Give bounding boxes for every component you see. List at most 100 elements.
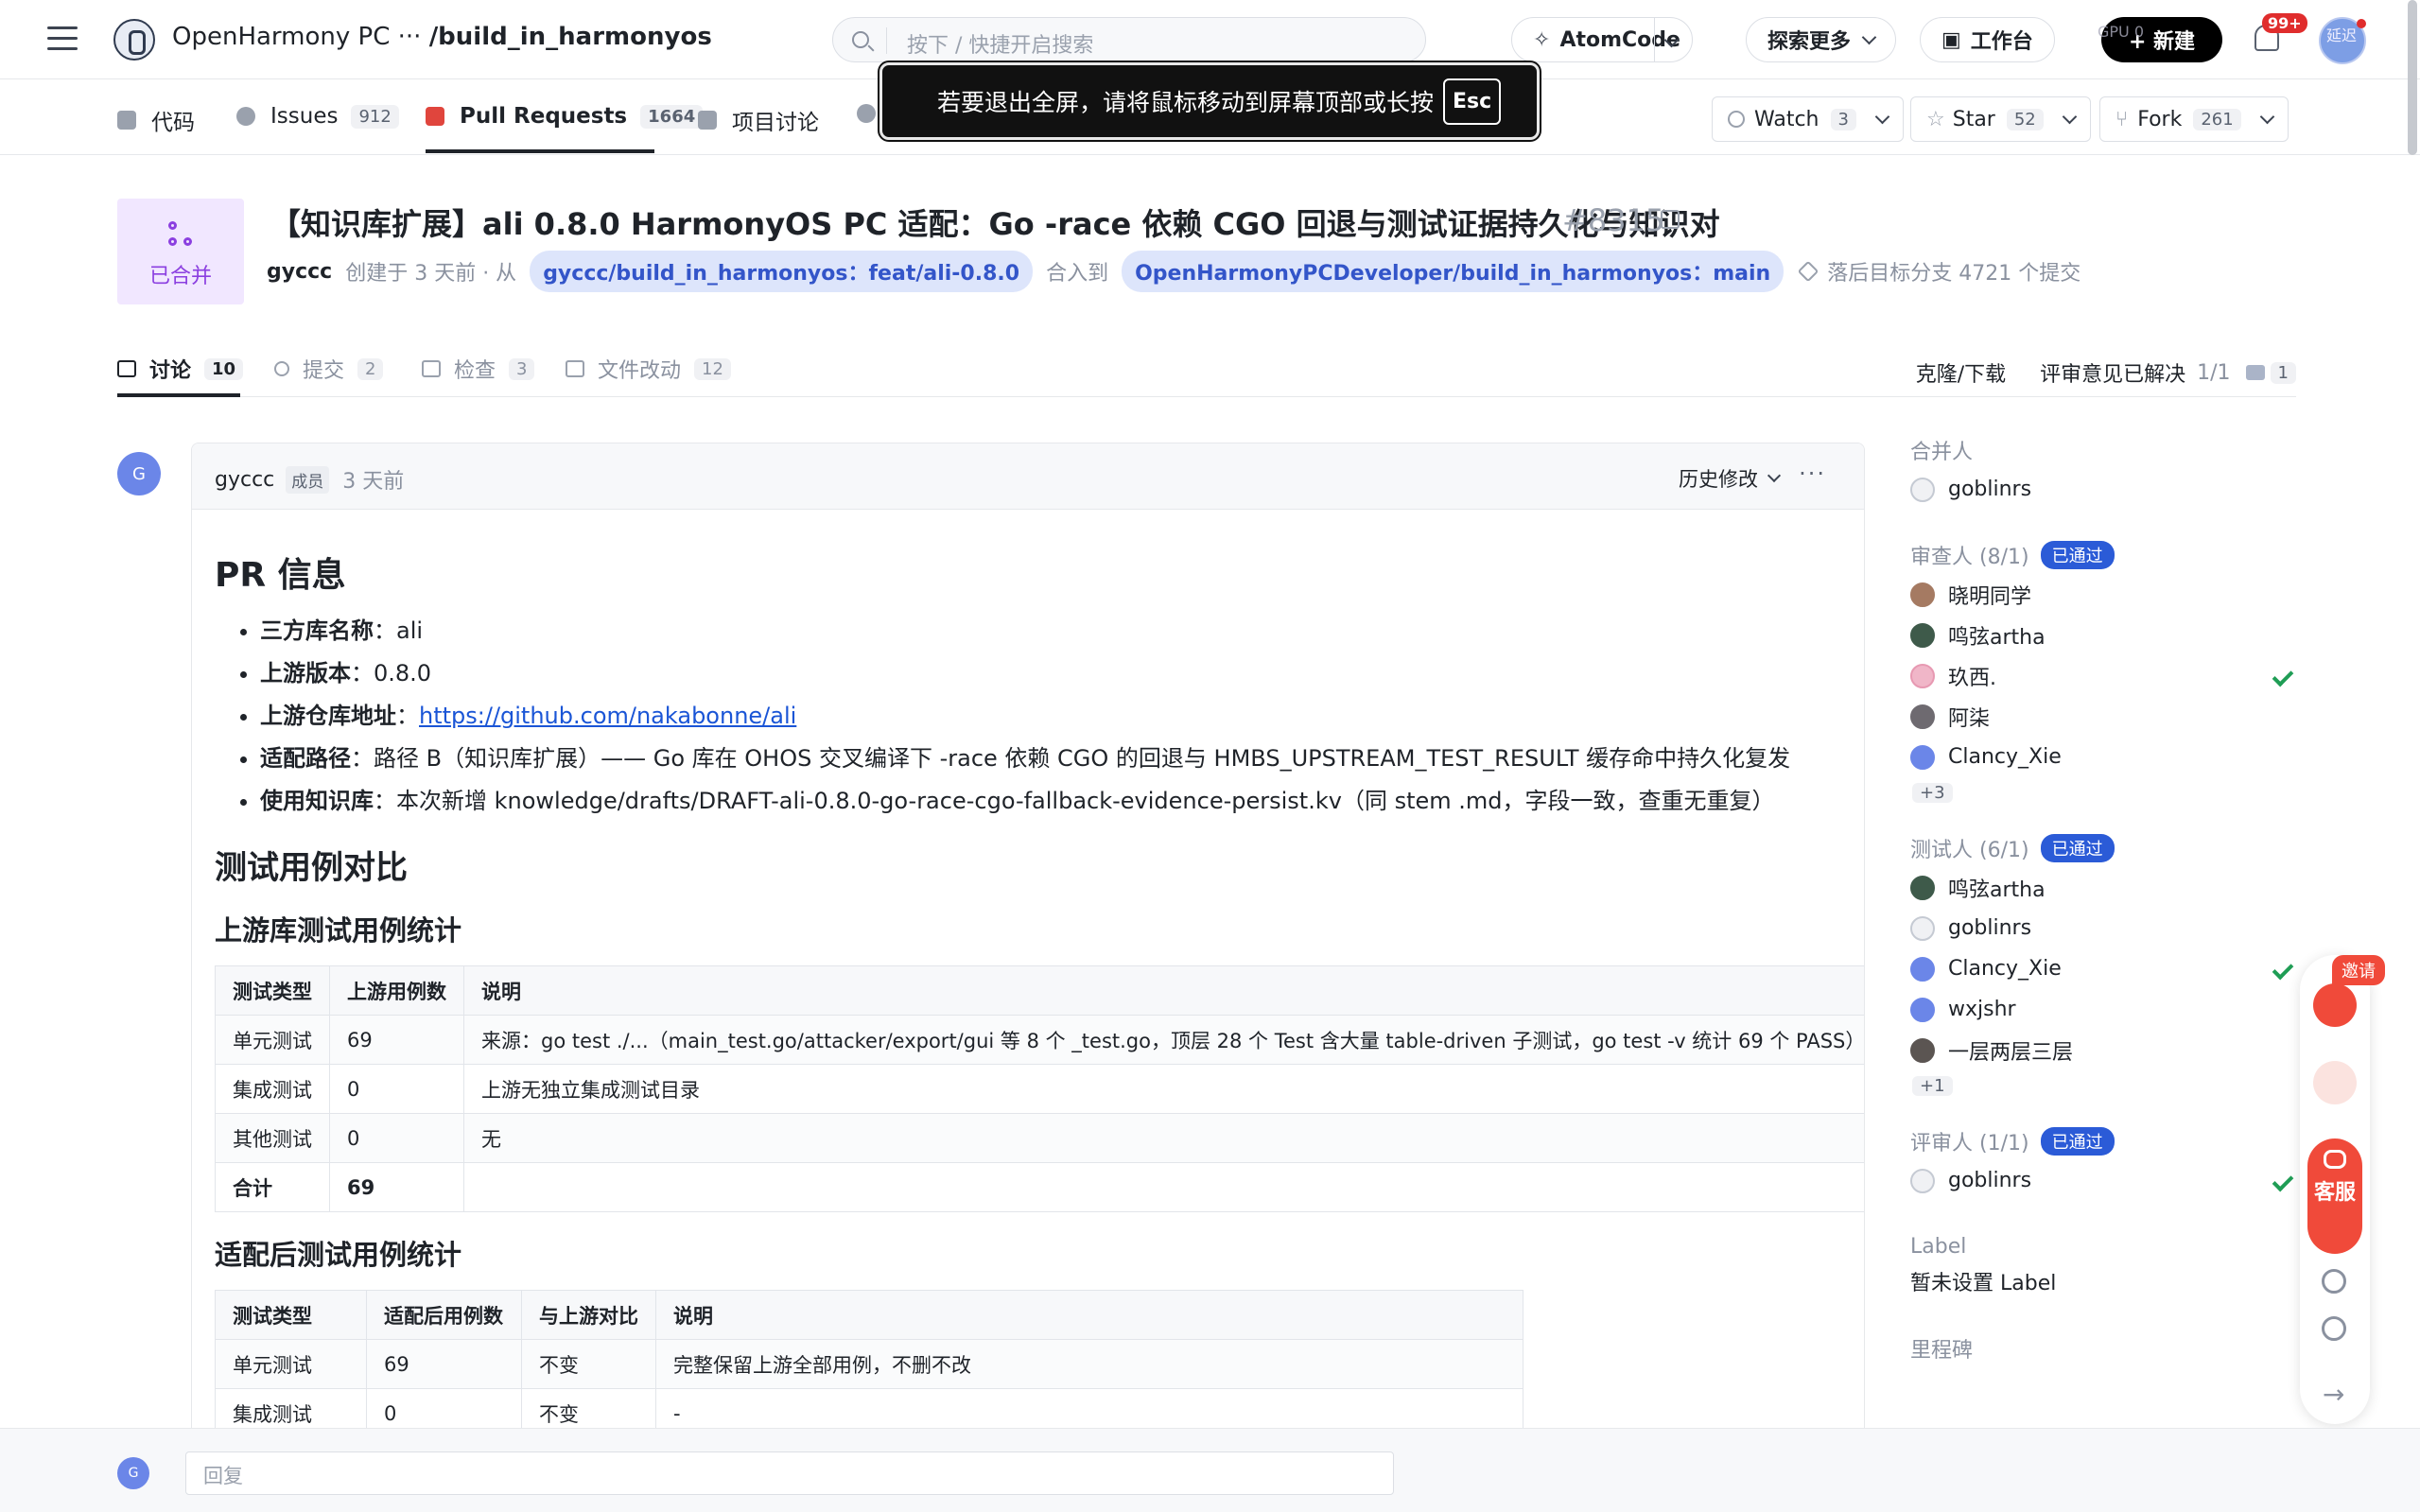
assessor-item[interactable]: goblinrs [1910,1160,2298,1201]
code-icon [117,111,136,130]
tab-label: 提交 [303,359,345,383]
label-value[interactable]: 暂未设置 Label [1910,1265,2298,1303]
person-name: goblinrs [1948,478,2032,501]
checklist-icon [422,360,441,377]
customer-service-button[interactable]: 客服 [2307,1138,2362,1254]
tab-pull-requests[interactable]: Pull Requests 1664 [426,104,704,129]
source-branch[interactable]: gyccc/build_in_harmonyos：feat/ali-0.8.0 [530,251,1034,292]
tab-label: Issues [270,104,339,129]
reviewer-item[interactable]: 玖西. [1910,655,2298,696]
comment-author-avatar[interactable]: G [117,452,161,495]
target-branch[interactable]: OpenHarmonyPCDeveloper/build_in_harmonyo… [1122,251,1785,292]
tester-item[interactable]: Clancy_Xie [1910,948,2298,989]
tester-item[interactable]: 一层两层三层 [1910,1030,2298,1070]
pr-title: 【知识库扩展】ali 0.8.0 HarmonyOS PC 适配：Go -rac… [270,206,1720,242]
tab-label: 检查 [454,359,496,383]
table-row: 集成测试 0 上游无独立集成测试目录 [215,1064,1864,1114]
fork-icon: ⑂ [2115,107,2129,131]
approved-badge: 已通过 [2040,834,2115,862]
reply-avatar: G [117,1457,149,1489]
repo-breadcrumb[interactable]: OpenHarmony PC ··· /build_in_harmonyos [172,23,712,51]
chevron-down-icon [2062,109,2078,124]
tab-discussion[interactable]: 讨论 10 [117,354,244,384]
smile-icon[interactable] [2322,1316,2346,1341]
atomcode-button[interactable]: ✧ AtomCode [1511,17,1693,62]
reviewer-item[interactable]: 鸣弦artha [1910,615,2298,655]
refresh-icon[interactable] [2322,1269,2346,1294]
gift-icon[interactable] [2313,983,2357,1027]
tab-checks[interactable]: 检查 3 [422,354,535,384]
tab-code[interactable]: 代码 [117,104,195,136]
repo-logo[interactable] [113,19,155,61]
tester-item[interactable]: 鸣弦artha [1910,867,2298,908]
avatar [1910,915,1935,941]
resolved-count: 1/1 [2197,360,2231,385]
merged-status-badge: 已合并 [117,199,244,304]
pr-sidebar: 合并人 goblinrs 审查人 (8/1) 已通过 晓明同学 鸣弦artha 玖… [1910,431,2298,1367]
comment-author[interactable]: gyccc [215,468,274,492]
merger-item[interactable]: goblinrs [1910,469,2298,510]
chat-icon [2324,1150,2346,1169]
reviewer-item[interactable]: 晓明同学 [1910,574,2298,615]
reviewer-item[interactable]: 阿柒 [1910,696,2298,737]
repo-name[interactable]: /build_in_harmonyos [429,23,712,51]
approved-badge: 已通过 [2040,541,2115,569]
fork-count: 261 [2193,108,2241,130]
discussion-icon [698,111,717,130]
list-item: 使用知识库：本次新增 knowledge/drafts/DRAFT-ali-0.… [260,780,1841,823]
table-row: 单元测试 69 来源：go test ./...（main_test.go/atta… [215,1015,1864,1065]
explore-menu[interactable]: 探索更多 [1746,17,1897,62]
tester-item[interactable]: wxjshr [1910,989,2298,1030]
heading-upstream-stats: 上游库测试用例统计 [215,914,462,947]
workbench-button[interactable]: ▣ 工作台 [1920,17,2055,62]
fork-button[interactable]: ⑂ Fork 261 [2099,96,2289,142]
tab-label: 代码 [151,111,195,135]
reply-bar: G 回复 [0,1428,2420,1512]
reviewer-item[interactable]: Clancy_Xie [1910,737,2298,777]
list-item: 三方库名称：ali [260,610,1841,652]
pr-created: 创建于 3 天前 · 从 [345,262,517,286]
more-reviewers[interactable]: +3 [1912,783,1953,803]
more-testers[interactable]: +1 [1912,1076,1953,1096]
avatar [1910,956,1935,982]
invite-badge[interactable]: 邀请 [2332,955,2385,985]
edit-icon[interactable] [1661,210,1680,229]
explore-label: 探索更多 [1767,30,1852,54]
clone-download-button[interactable]: 克隆/下载 [1916,357,2006,388]
watch-count: 3 [1830,108,1856,130]
watch-button[interactable]: Watch 3 [1712,96,1904,142]
history-label: 历史修改 [1679,468,1758,491]
table-row: 合计 69 [215,1162,1864,1212]
pr-description-comment: gyccc 成员 3 天前 历史修改 ··· PR 信息 三方库名称：ali 上… [191,443,1865,1512]
watch-label: Watch [1754,107,1819,131]
comment-count-button[interactable]: 1 [2245,361,2296,384]
tab-issues[interactable]: Issues 912 [236,104,399,129]
tester-item[interactable]: goblinrs [1910,908,2298,948]
menu-icon[interactable] [47,26,78,51]
avatar [1910,622,1935,648]
edit-history-button[interactable]: 历史修改 [1679,464,1782,493]
search-bar[interactable]: 按下 / 快捷开启搜索 [832,17,1426,62]
pr-meta: gyccc 创建于 3 天前 · 从 gyccc/build_in_harmon… [267,251,2081,292]
star-button[interactable]: ☆ Star 52 [1910,96,2091,142]
adapted-test-table: 测试类型 适配后用例数 与上游对比 说明 单元测试 69 不变 完整保留上游全部用例，… [215,1290,1523,1438]
chevron-down-icon [1874,109,1890,124]
arrow-right-icon[interactable]: → [2323,1379,2344,1410]
trophy-icon[interactable] [2313,1061,2357,1104]
scrollbar-thumb[interactable] [2408,0,2417,155]
pr-author[interactable]: gyccc [267,260,332,284]
comment-header: gyccc 成员 3 天前 历史修改 ··· [192,443,1864,510]
fullscreen-toast: 若要退出全屏，请将鼠标移动到屏幕顶部或长按 Esc [879,62,1540,140]
upstream-repo-link[interactable]: https://github.com/nakabonne/ali [419,703,796,729]
tab-discussions[interactable]: 项目讨论 [698,104,819,136]
avatar [1910,1168,1935,1193]
more-options-icon[interactable]: ··· [1799,461,1826,487]
reply-input[interactable]: 回复 [185,1451,1394,1495]
tab-commits[interactable]: 提交 2 [274,354,384,384]
star-count: 52 [2006,108,2044,130]
repo-owner[interactable]: OpenHarmony PC ··· [172,23,421,51]
tab-files-changed[interactable]: 文件改动 12 [566,354,731,384]
active-tab-underline [426,149,654,153]
pr-info-list: 三方库名称：ali 上游版本：0.8.0 上游仓库地址：https://gith… [260,610,1841,823]
resolved-label: 评审意见已解决 [2040,363,2186,387]
